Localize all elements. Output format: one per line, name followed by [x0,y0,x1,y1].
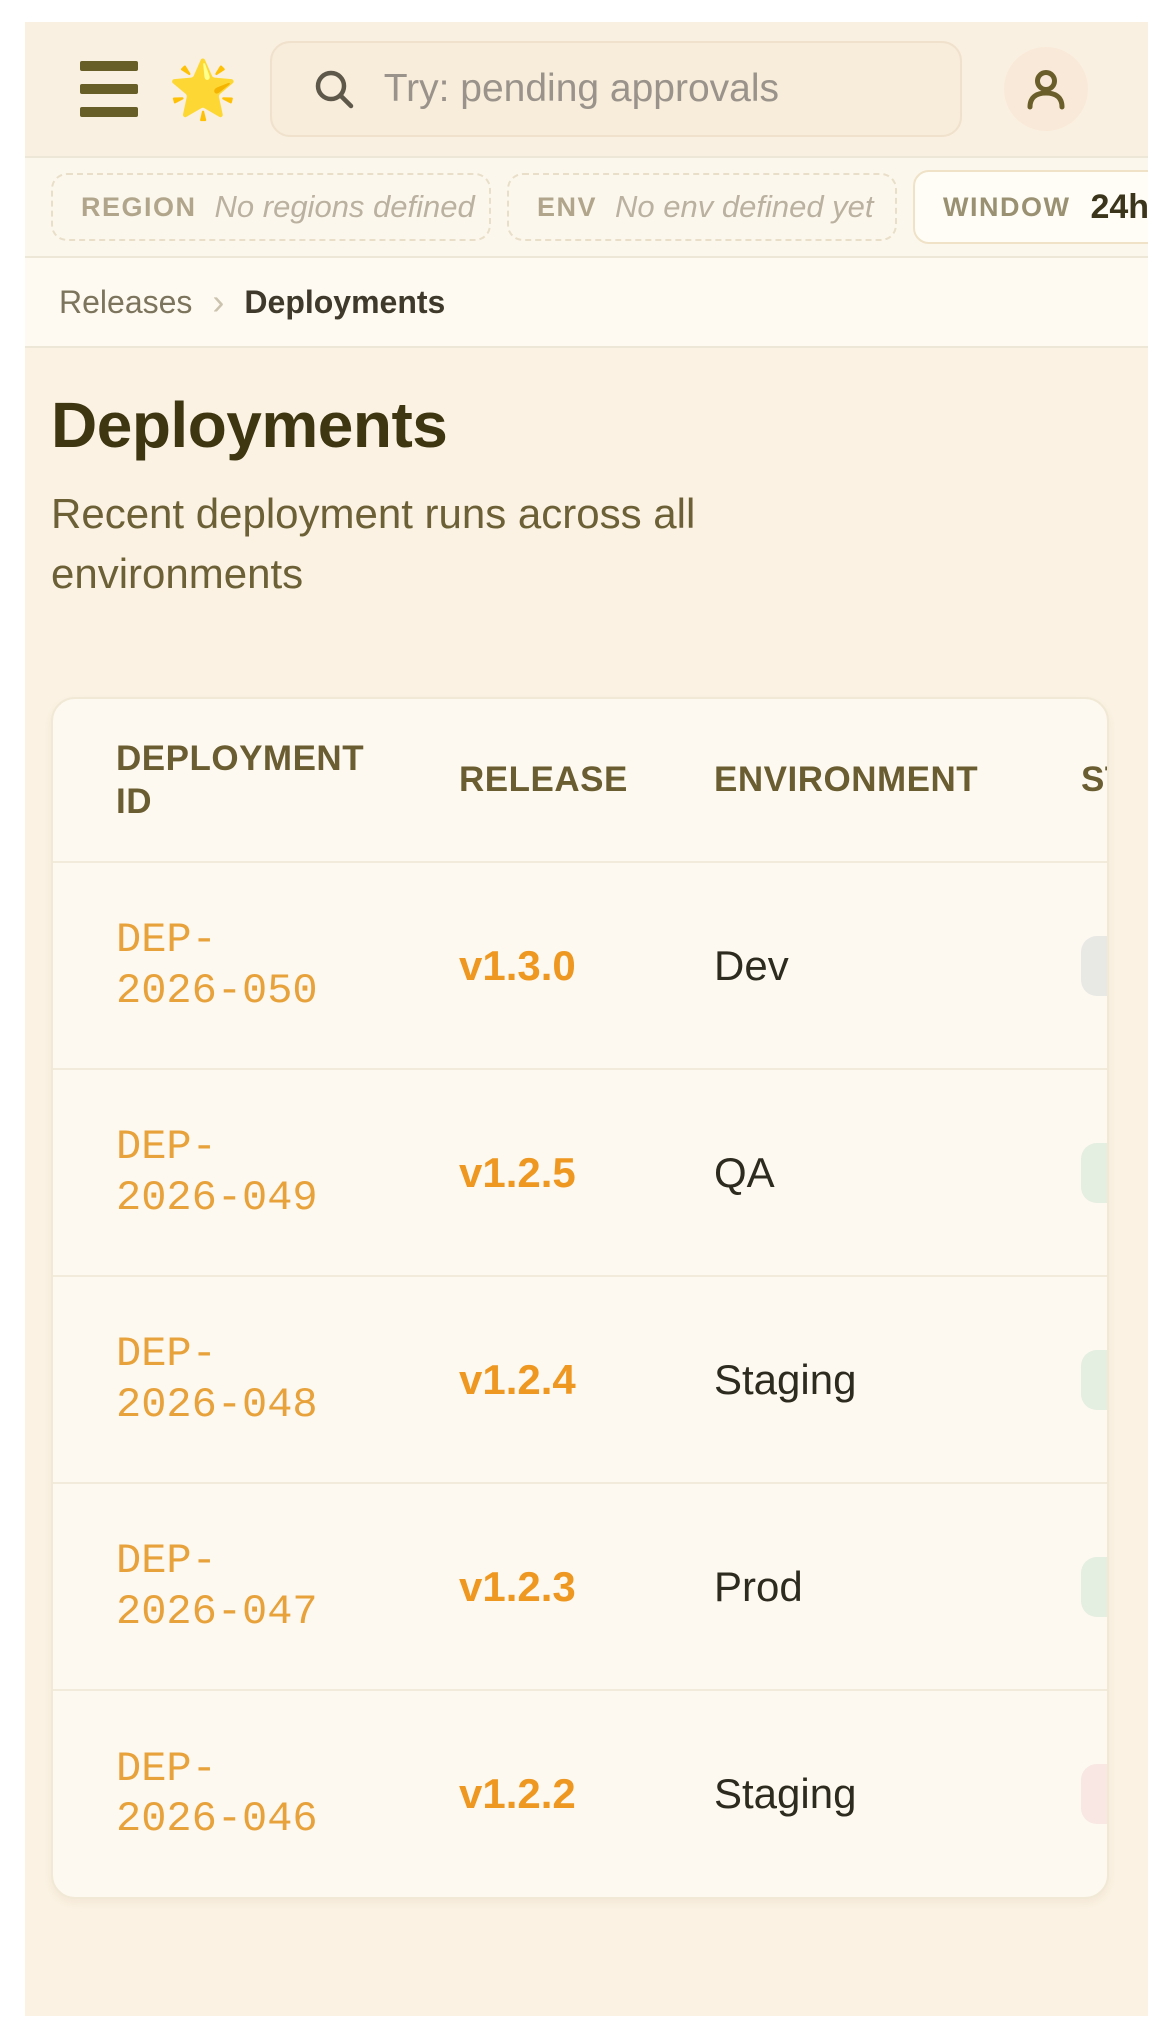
page-title: Deployments [51,388,1122,462]
environment-label: Staging [714,1770,856,1817]
col-header-release: RELEASE [459,699,714,862]
menu-icon[interactable] [80,61,138,117]
table-row: DEP-2026-047 v1.2.3 Prod Succeeded [53,1483,1109,1690]
deployment-id-link[interactable]: DEP-2026-048 [116,1330,318,1428]
deployment-id-link[interactable]: DEP-2026-046 [116,1745,318,1843]
deployments-table: DEPLOYMENT ID RELEASE ENVIRONMENT STATUS… [53,699,1109,1897]
page-subtitle: Recent deployment runs across all enviro… [51,484,741,603]
status-badge: Succeeded [1081,1557,1109,1617]
status-badge: Failed [1081,1764,1109,1824]
status-badge: Queued [1081,936,1109,996]
search-icon [312,67,356,111]
status-badge: Succeeded [1081,1143,1109,1203]
table-header-row: DEPLOYMENT ID RELEASE ENVIRONMENT STATUS [53,699,1109,862]
chevron-right-icon: › [212,284,224,320]
table-row: DEP-2026-048 v1.2.4 Staging Succeeded [53,1276,1109,1483]
breadcrumb: Releases › Deployments [25,258,1148,346]
search-input[interactable] [384,67,930,111]
release-link[interactable]: v1.2.3 [459,1563,576,1610]
release-link[interactable]: v1.2.2 [459,1770,576,1817]
environment-label: QA [714,1149,775,1196]
deployments-table-card[interactable]: DEPLOYMENT ID RELEASE ENVIRONMENT STATUS… [51,697,1109,1899]
table-row: DEP-2026-046 v1.2.2 Staging Failed [53,1690,1109,1897]
table-row: DEP-2026-049 v1.2.5 QA Succeeded [53,1069,1109,1276]
environment-label: Dev [714,942,789,989]
release-link[interactable]: v1.2.4 [459,1356,576,1403]
window-filter-label: WINDOW [943,192,1070,223]
app-frame: 🌟 REGION No regions defined ENV No env d… [25,22,1148,2016]
release-link[interactable]: v1.2.5 [459,1149,576,1196]
col-header-status: STATUS [1081,699,1109,862]
env-filter-label: ENV [537,192,597,223]
release-link[interactable]: v1.3.0 [459,942,576,989]
environment-label: Staging [714,1356,856,1403]
col-header-environment: ENVIRONMENT [714,699,1081,862]
search-bar[interactable] [270,41,962,137]
environment-label: Prod [714,1563,803,1610]
window-filter-value: 24h [1090,188,1148,227]
deployment-id-link[interactable]: DEP-2026-047 [116,1537,318,1635]
filter-bar: REGION No regions defined ENV No env def… [25,158,1148,256]
col-header-deployment-id: DEPLOYMENT ID [53,699,459,862]
person-icon [1022,65,1070,113]
table-row: DEP-2026-050 v1.3.0 Dev Queued [53,862,1109,1069]
main-content: Deployments Recent deployment runs acros… [25,348,1148,2016]
deployment-id-link[interactable]: DEP-2026-050 [116,916,318,1014]
window-filter-dropdown[interactable]: WINDOW 24h [913,170,1148,244]
breadcrumb-deployments: Deployments [244,284,445,321]
region-filter-label: REGION [81,192,197,223]
user-avatar[interactable] [1004,47,1088,131]
region-filter-value: No regions defined [215,189,475,225]
app-logo-star-icon: 🌟 [168,61,238,117]
breadcrumb-releases[interactable]: Releases [59,284,192,321]
deployment-id-link[interactable]: DEP-2026-049 [116,1123,318,1221]
region-filter[interactable]: REGION No regions defined [51,173,491,241]
top-bar: 🌟 [25,22,1148,156]
status-badge: Succeeded [1081,1350,1109,1410]
env-filter[interactable]: ENV No env defined yet [507,173,897,241]
env-filter-value: No env defined yet [615,189,874,225]
